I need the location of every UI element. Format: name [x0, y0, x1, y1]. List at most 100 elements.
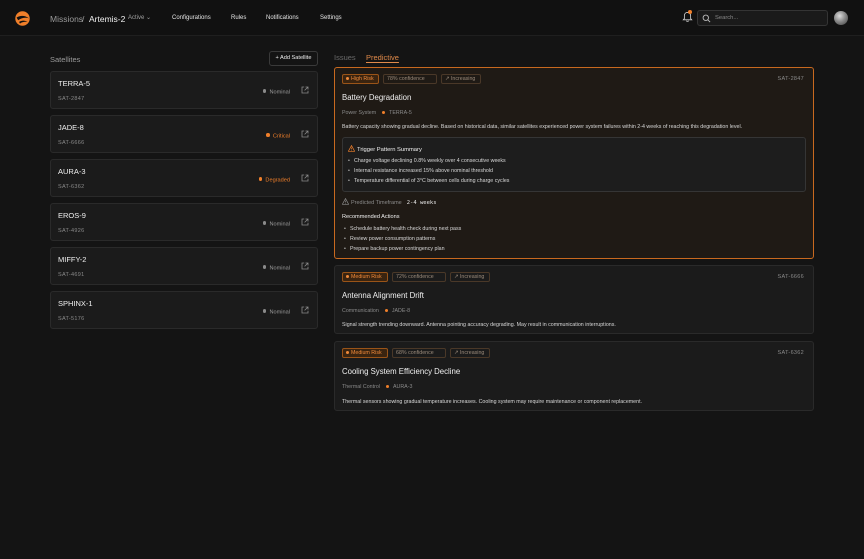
recommended-actions-title: Recommended Actions: [342, 214, 400, 220]
confidence-badge: 68% confidence: [392, 348, 446, 358]
satellite-status: Nominal: [262, 265, 290, 272]
recommended-action-item: Prepare backup power contingency plan: [344, 246, 445, 252]
external-link-icon[interactable]: [301, 306, 309, 314]
status-dot: [258, 177, 263, 181]
satellite-card[interactable]: TERRA-5 SAT-2847 Nominal: [50, 71, 318, 109]
external-link-icon[interactable]: [301, 86, 309, 94]
trend-badge: ↗ Increasing: [450, 272, 490, 282]
predicted-timeframe: Predicted Timeframe 2-4 weeks: [342, 198, 437, 206]
risk-dot: [346, 274, 349, 278]
timeframe-label: Predicted Timeframe: [351, 200, 402, 206]
satellite-id: SAT-4926: [58, 228, 85, 234]
satellite-name: EROS-9: [58, 211, 86, 220]
issue-title: Cooling System Efficiency Decline: [342, 367, 461, 376]
issue-card-antenna-alignment-drift[interactable]: Medium Risk 72% confidence ↗ Increasing …: [334, 265, 814, 334]
nav-rules[interactable]: Rules: [231, 15, 246, 21]
avatar[interactable]: [834, 11, 848, 25]
status-label: Nominal: [269, 89, 290, 96]
search-placeholder: Search...: [715, 15, 739, 21]
satellite-status: Degraded: [258, 177, 290, 184]
risk-dot: [346, 76, 349, 80]
recommended-action-item: Review power consumption patterns: [344, 236, 435, 242]
satellite-status: Nominal: [262, 89, 290, 96]
satellite-name: TERRA-5: [58, 79, 91, 88]
trigger-title-text: Trigger Pattern Summary: [357, 147, 422, 153]
satellite-name: SPHINX-1: [58, 299, 93, 308]
risk-label: Medium Risk: [351, 350, 382, 356]
status-dot: [262, 309, 267, 313]
issue-satellite-name[interactable]: JADE-8: [392, 308, 410, 314]
satellite-name: AURA-3: [58, 167, 86, 176]
status-label: Critical: [272, 133, 290, 140]
trigger-item: Temperature differential of 3°C between …: [348, 178, 509, 184]
issue-title: Antenna Alignment Drift: [342, 291, 424, 300]
status-dot: [266, 133, 270, 137]
trigger-title: Trigger Pattern Summary: [348, 145, 422, 153]
issue-description: Thermal sensors showing gradual temperat…: [342, 399, 643, 405]
issue-meta: Thermal Control AURA-3: [342, 384, 412, 390]
trend-badge: ↗ Increasing: [441, 74, 481, 84]
status-label: Nominal: [269, 221, 290, 228]
chevron-down-icon[interactable]: ⌄: [146, 14, 151, 21]
confidence-badge: 78% confidence: [383, 74, 437, 84]
issue-description: Signal strength trending downward. Anten…: [342, 322, 616, 328]
issue-meta: Communication JADE-8: [342, 308, 410, 314]
tab-predictive[interactable]: Predictive: [366, 53, 399, 62]
satellite-card[interactable]: JADE-8 SAT-6666 Critical: [50, 115, 318, 153]
warning-icon: [342, 198, 349, 205]
meta-dot: [385, 384, 389, 388]
issue-card-cooling-system-decline[interactable]: Medium Risk 68% confidence ↗ Increasing …: [334, 341, 814, 411]
external-link-icon[interactable]: [301, 174, 309, 182]
breadcrumb-missions[interactable]: Missions: [50, 14, 83, 24]
search-input[interactable]: Search...: [697, 10, 828, 26]
satellite-card[interactable]: AURA-3 SAT-6362 Degraded: [50, 159, 318, 197]
issue-satellite-name[interactable]: AURA-3: [393, 384, 412, 390]
nav-settings[interactable]: Settings: [320, 15, 342, 21]
nav-notifications[interactable]: Notifications: [266, 15, 299, 21]
satellites-heading: Satellites: [50, 55, 81, 64]
risk-label: Medium Risk: [351, 274, 382, 280]
meta-dot: [382, 110, 386, 114]
risk-label: High Risk: [351, 76, 374, 82]
satellite-card[interactable]: EROS-9 SAT-4926 Nominal: [50, 203, 318, 241]
issue-satellite-id: SAT-2847: [777, 76, 804, 82]
satellite-card[interactable]: MIFFY-2 SAT-4691 Nominal: [50, 247, 318, 285]
status-label: Degraded: [265, 177, 290, 184]
top-navbar: Missions / Artemis-2 Active ⌄ Configurat…: [0, 0, 864, 36]
issue-title: Battery Degradation: [342, 93, 412, 102]
external-link-icon[interactable]: [301, 218, 309, 226]
meta-dot: [384, 308, 388, 312]
satellite-status: Critical: [266, 133, 290, 140]
satellite-id: SAT-6666: [58, 140, 85, 146]
nav-configurations[interactable]: Configurations: [172, 15, 211, 21]
trigger-item: Charge voltage declining 0.8% weekly ove…: [348, 158, 506, 164]
confidence-badge: 72% confidence: [392, 272, 446, 282]
trend-label: Increasing: [459, 274, 485, 280]
external-link-icon[interactable]: [301, 130, 309, 138]
status-dot: [262, 89, 267, 93]
issue-card-battery-degradation[interactable]: High Risk 78% confidence ↗ Increasing SA…: [334, 67, 814, 259]
status-dot: [262, 265, 267, 269]
satellite-id: SAT-5176: [58, 316, 85, 322]
trend-label: Increasing: [459, 350, 485, 356]
risk-badge: High Risk: [342, 74, 379, 84]
risk-dot: [346, 350, 349, 354]
mission-status-label[interactable]: Active: [128, 15, 144, 21]
breadcrumb-mission-name[interactable]: Artemis-2: [89, 14, 125, 24]
satellite-id: SAT-4691: [58, 272, 85, 278]
warning-icon: [348, 145, 355, 152]
logo-icon[interactable]: [14, 10, 31, 27]
status-label: Nominal: [269, 309, 290, 316]
add-satellite-button[interactable]: + Add Satellite: [269, 51, 318, 66]
search-icon: [702, 14, 711, 23]
issue-satellite-id: SAT-6362: [777, 350, 804, 356]
satellite-card[interactable]: SPHINX-1 SAT-5176 Nominal: [50, 291, 318, 329]
trigger-item: Internal resistance increased 15% above …: [348, 168, 493, 174]
tab-issues[interactable]: Issues: [334, 53, 356, 62]
trend-badge: ↗ Increasing: [450, 348, 490, 358]
risk-badge: Medium Risk: [342, 272, 388, 282]
issue-satellite-name[interactable]: TERRA-5: [389, 110, 412, 116]
issue-description: Battery capacity showing gradual decline…: [342, 124, 743, 130]
external-link-icon[interactable]: [301, 262, 309, 270]
notification-badge: [688, 10, 692, 14]
